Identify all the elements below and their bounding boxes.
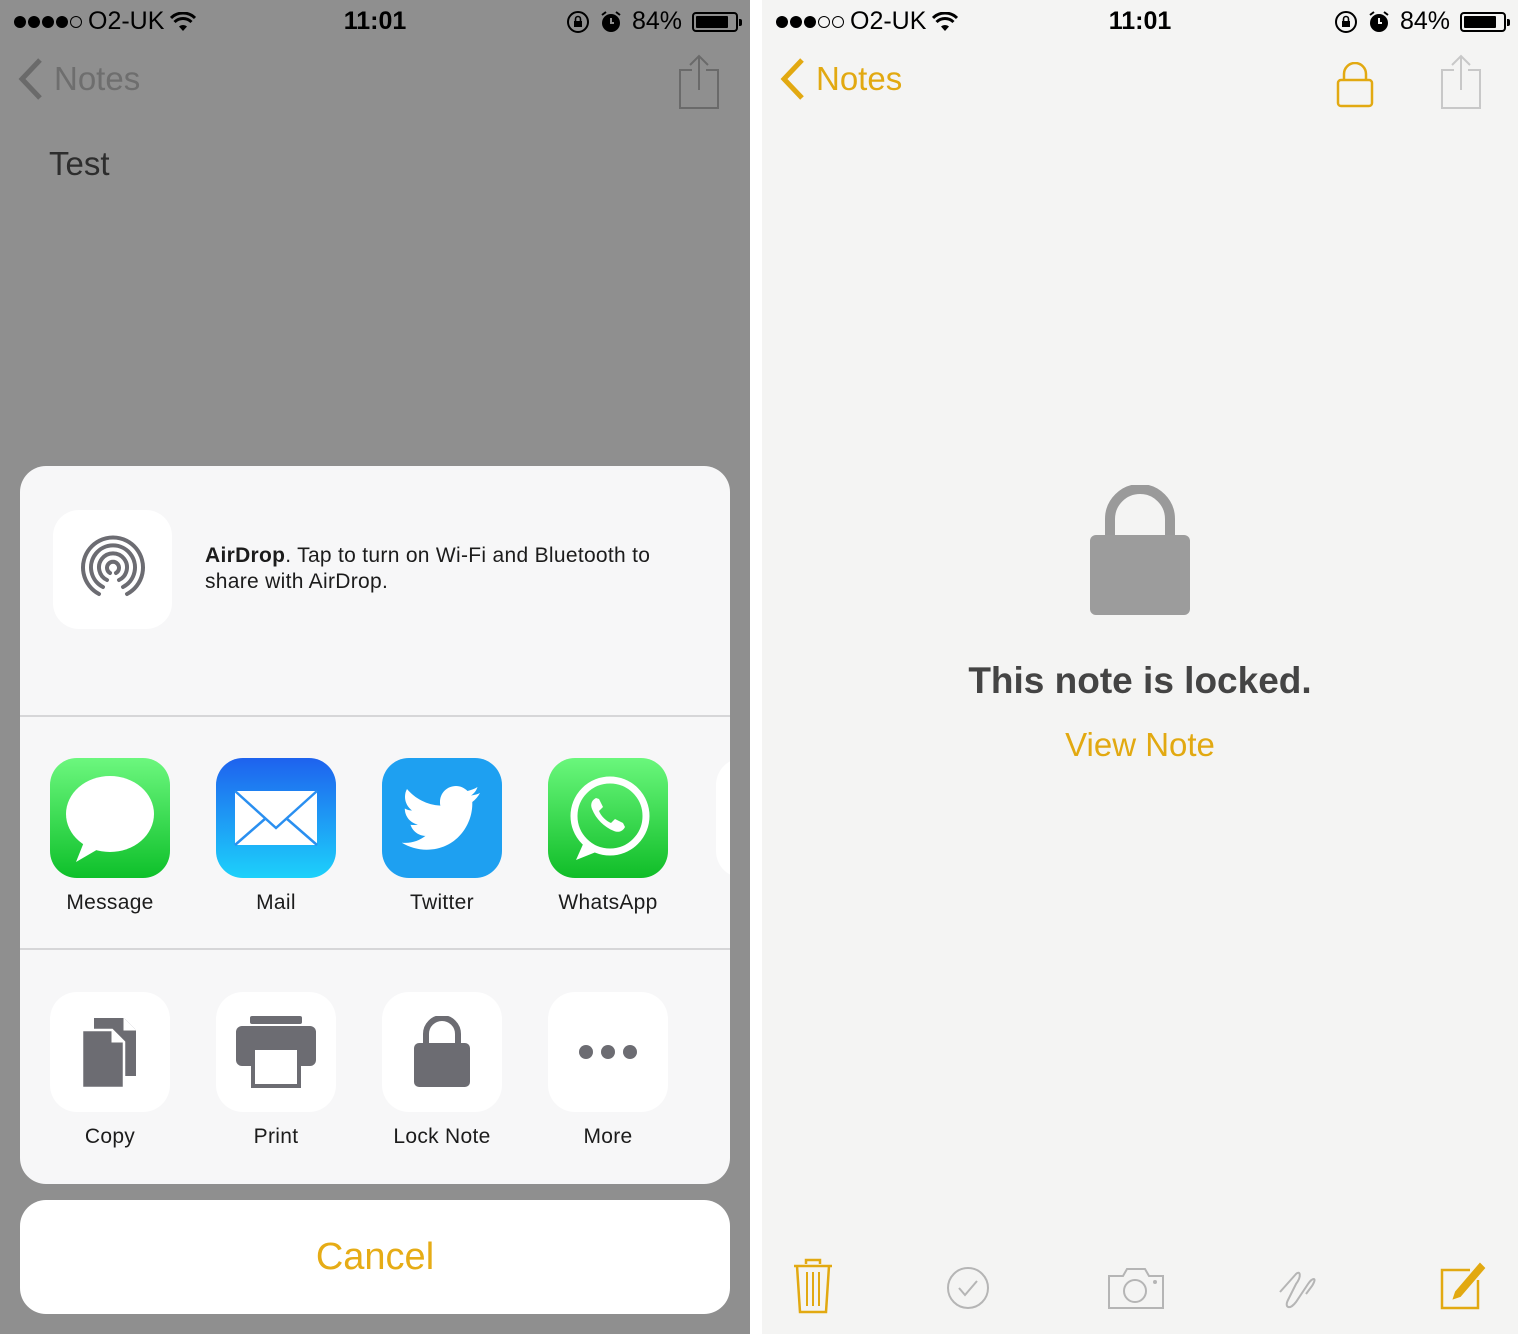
lock-icon <box>382 992 502 1112</box>
navigation-bar: Notes <box>762 50 1518 120</box>
share-app-mail[interactable]: Mail <box>216 758 336 915</box>
alarm-icon <box>601 10 621 32</box>
locked-message: This note is locked. <box>968 660 1312 701</box>
cancel-button[interactable]: Cancel <box>20 1200 730 1314</box>
more-icon <box>548 992 668 1112</box>
locked-padlock-icon <box>762 484 1518 622</box>
airdrop-title: AirDrop <box>205 544 286 567</box>
share-app-message[interactable]: Message <box>50 758 170 915</box>
share-app-twitter[interactable]: Twitter <box>382 758 502 915</box>
back-button[interactable]: Notes <box>18 58 140 100</box>
camera-icon[interactable] <box>1107 1266 1165 1310</box>
back-label: Notes <box>54 60 141 97</box>
app-share-row: Message Mail Twitter WhatsApp <box>20 718 730 950</box>
mail-icon <box>216 758 336 878</box>
rotation-lock-icon <box>566 10 589 33</box>
action-lock-note[interactable]: Lock Note <box>382 992 502 1149</box>
navigation-bar: Notes <box>0 50 750 120</box>
twitter-icon <box>382 758 502 878</box>
status-bar: O2-UK 11:01 84% <box>762 0 1518 42</box>
chevron-left-icon <box>18 58 42 100</box>
share-app-whatsapp[interactable]: WhatsApp <box>548 758 668 915</box>
back-button[interactable]: Notes <box>780 58 902 100</box>
share-app-partial[interactable] <box>716 758 730 878</box>
note-body-text: Test <box>49 145 110 182</box>
battery-icon <box>1460 11 1510 32</box>
chevron-left-icon <box>780 58 804 100</box>
checklist-icon[interactable] <box>946 1266 990 1310</box>
print-icon <box>216 992 336 1112</box>
battery-percent: 84% <box>631 7 682 35</box>
sketch-icon[interactable] <box>1278 1264 1322 1312</box>
battery-percent: 84% <box>1399 7 1450 35</box>
battery-icon <box>692 11 742 32</box>
share-icon[interactable] <box>1440 54 1482 110</box>
trash-icon[interactable] <box>792 1258 834 1314</box>
bottom-toolbar <box>762 1258 1518 1318</box>
view-note-button[interactable]: View Note <box>762 726 1518 764</box>
back-label: Notes <box>816 60 903 97</box>
whatsapp-icon <box>548 758 668 878</box>
action-copy[interactable]: Copy <box>50 992 170 1149</box>
action-more[interactable]: More <box>548 992 668 1149</box>
share-sheet: AirDrop. Tap to turn on Wi-Fi and Blueto… <box>20 466 730 1184</box>
share-sheet-screen: O2-UK 11:01 84% Notes Test AirDrop. Tap … <box>0 0 750 1334</box>
airdrop-icon <box>53 510 172 629</box>
rotation-lock-icon <box>1334 10 1357 33</box>
lock-icon[interactable] <box>1336 62 1374 108</box>
airdrop-description: AirDrop. Tap to turn on Wi-Fi and Blueto… <box>205 544 651 593</box>
action-row: Copy Print Lock Note More <box>20 952 730 1184</box>
compose-icon[interactable] <box>1438 1260 1486 1310</box>
share-icon[interactable] <box>678 54 720 110</box>
message-icon <box>50 758 170 878</box>
locked-note-screen: O2-UK 11:01 84% Notes This note is locke… <box>762 0 1518 1334</box>
status-bar: O2-UK 11:01 84% <box>0 0 750 42</box>
copy-icon <box>50 992 170 1112</box>
action-print[interactable]: Print <box>216 992 336 1149</box>
airdrop-section[interactable]: AirDrop. Tap to turn on Wi-Fi and Blueto… <box>20 466 730 717</box>
alarm-icon <box>1369 10 1389 32</box>
